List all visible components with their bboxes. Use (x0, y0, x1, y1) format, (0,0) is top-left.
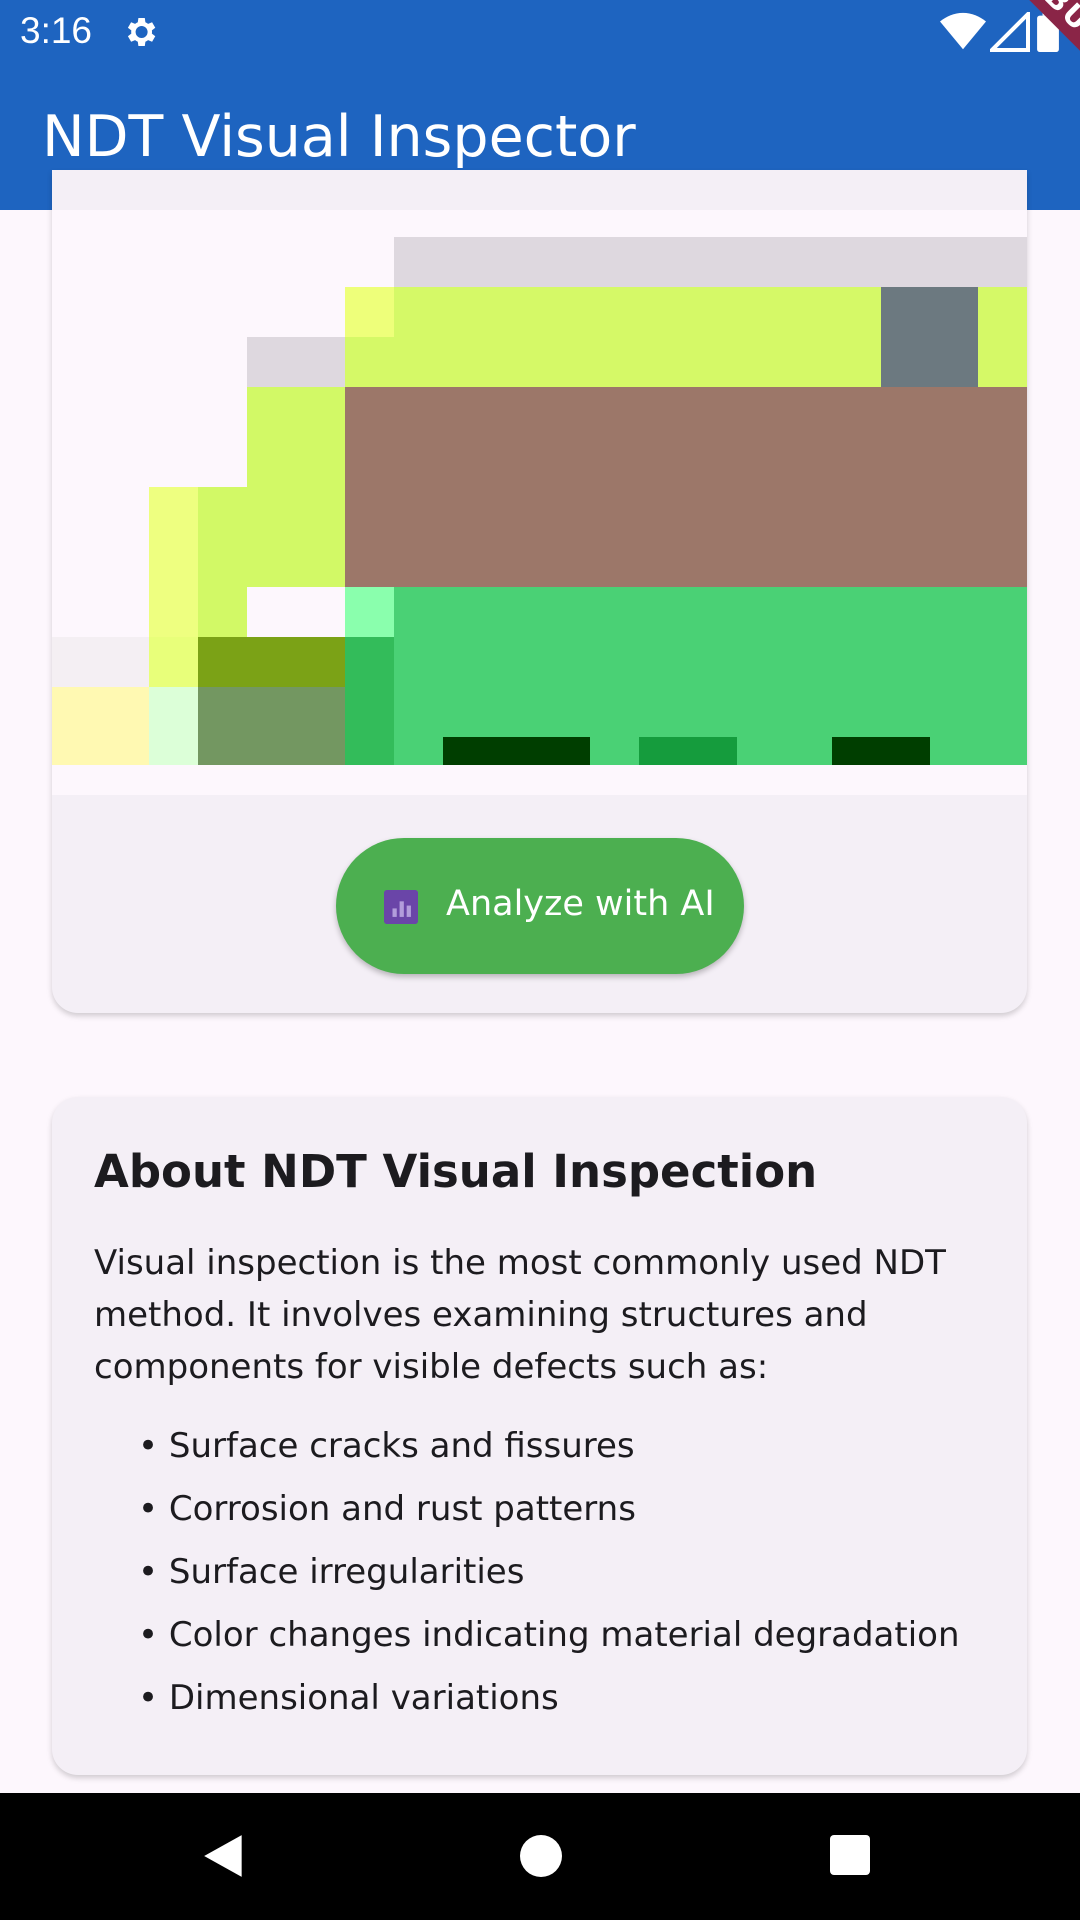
inspection-image (52, 210, 1027, 795)
about-body: Visual inspection is the most commonly u… (94, 1243, 946, 1387)
defect-list: Surface cracks and fissures Corrosion an… (138, 1415, 960, 1730)
navigation-bar (0, 1793, 1080, 1920)
about-title: About NDT Visual Inspection (94, 1145, 818, 1198)
home-icon[interactable] (520, 1835, 562, 1877)
list-item: Dimensional variations (138, 1667, 960, 1730)
signal-icon (990, 12, 1030, 52)
list-item: Color changes indicating material degrad… (138, 1604, 960, 1667)
analyze-button-label: Analyze with AI (446, 884, 715, 924)
recents-icon[interactable] (830, 1835, 870, 1875)
list-item: Surface cracks and fissures (138, 1415, 960, 1478)
list-item: Corrosion and rust patterns (138, 1478, 960, 1541)
status-bar: 3:16 (0, 0, 1080, 64)
analytics-icon (384, 890, 418, 924)
back-icon[interactable] (200, 1831, 250, 1881)
gear-icon (127, 18, 156, 47)
status-time: 3:16 (20, 10, 93, 51)
image-card: Analyze with AI (52, 170, 1027, 1013)
list-item: Surface irregularities (138, 1541, 960, 1604)
analyze-button[interactable]: Analyze with AI (336, 838, 744, 974)
battery-icon (1037, 12, 1059, 52)
app-title: NDT Visual Inspector (42, 104, 636, 170)
wifi-icon (940, 12, 986, 50)
about-card: About NDT Visual Inspection Visual inspe… (52, 1097, 1027, 1775)
